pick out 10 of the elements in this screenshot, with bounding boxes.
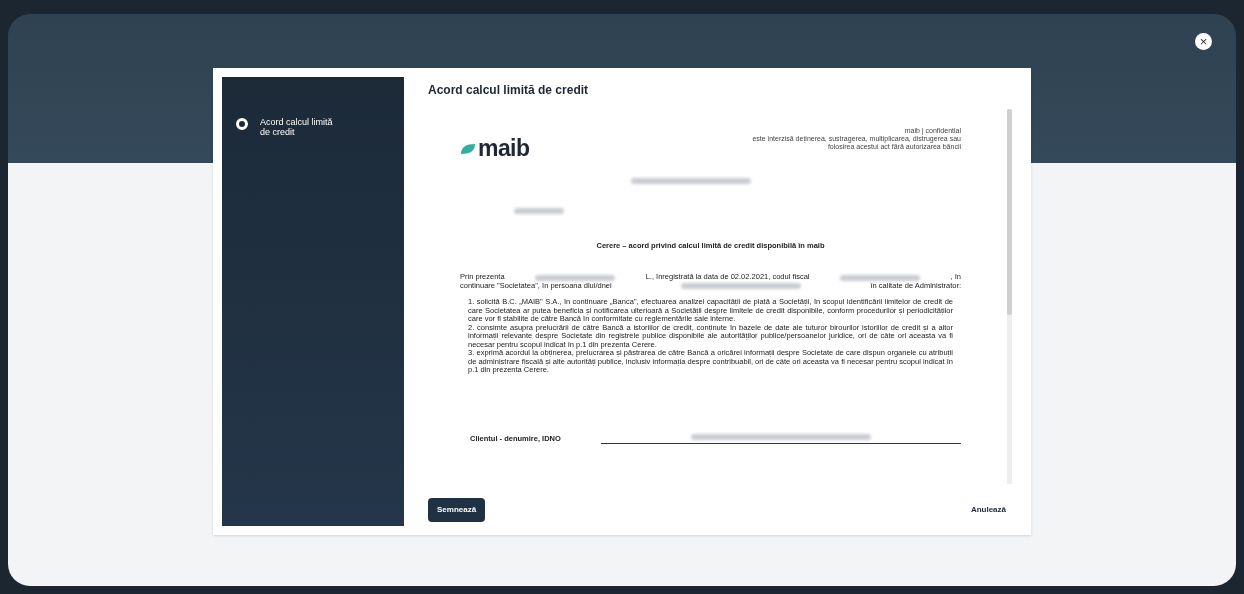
close-button[interactable]: ×	[1195, 33, 1212, 50]
sign-button[interactable]: Semnează	[428, 498, 486, 522]
scrollbar[interactable]	[1007, 109, 1012, 484]
step-radio-icon	[236, 118, 248, 130]
dialog-title: Acord calcul limită de credit	[428, 82, 590, 99]
logo-leaf-icon	[460, 142, 476, 155]
logo: maib	[460, 137, 530, 160]
redacted-text	[514, 207, 564, 214]
cancel-button[interactable]: Anulează	[970, 504, 1006, 516]
step-item[interactable]: Acord calcul limită de credit	[236, 117, 390, 137]
